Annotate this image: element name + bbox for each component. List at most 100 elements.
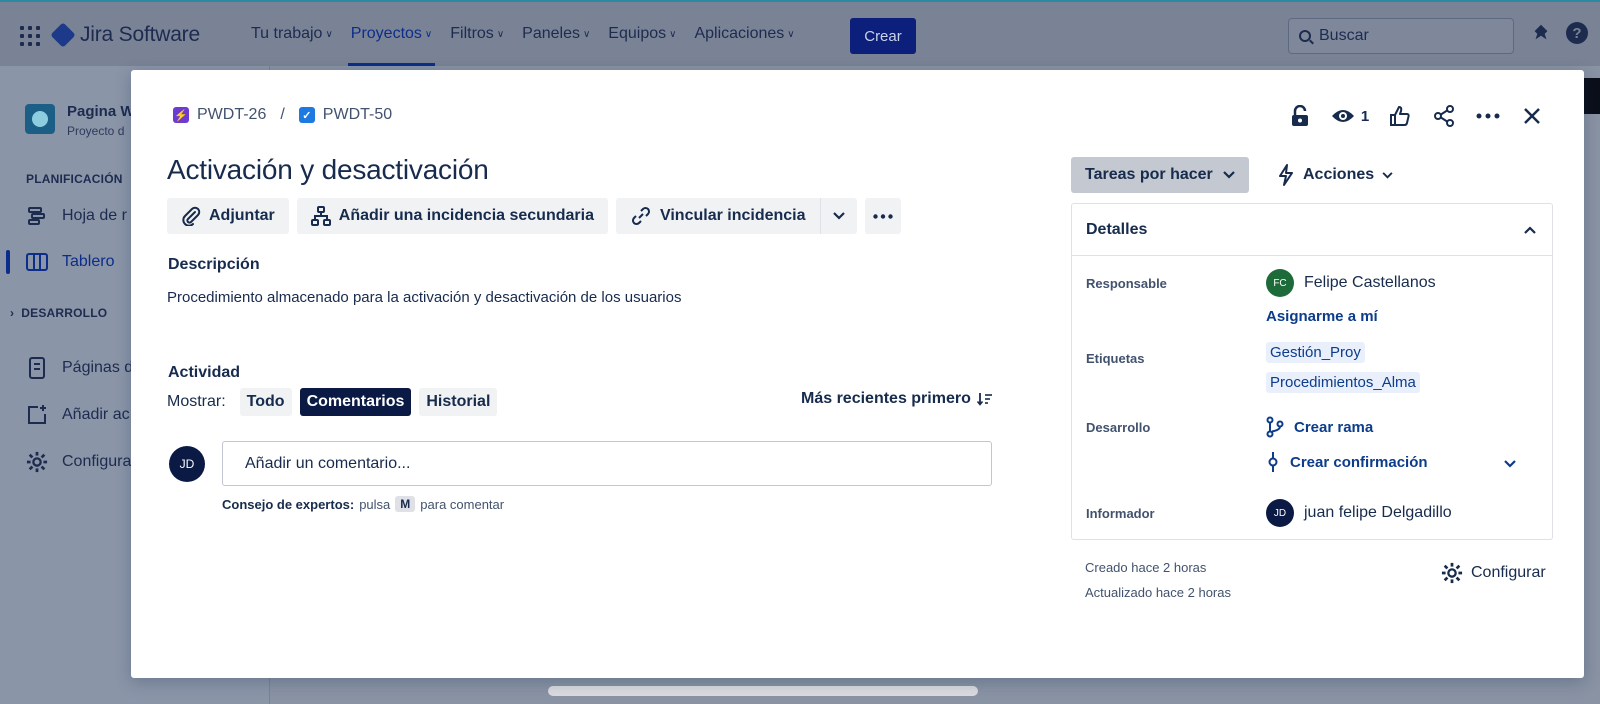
status-dropdown[interactable]: Tareas por hacer [1071, 157, 1249, 193]
assignee-field[interactable]: FC Felipe Castellanos [1266, 269, 1436, 297]
section-planning: PLANIFICACIÓN [26, 172, 123, 186]
chevron-down-icon [1382, 171, 1393, 179]
notifications-icon[interactable] [1530, 22, 1552, 44]
tip-press: pulsa [359, 496, 391, 512]
filter-all[interactable]: Todo [239, 388, 292, 416]
nav-label: Paneles [522, 25, 580, 42]
link-issue-dropdown[interactable] [821, 198, 857, 234]
issue-key[interactable]: PWDT-50 [323, 106, 392, 124]
gear-icon [1441, 562, 1463, 584]
project-avatar[interactable] [25, 104, 55, 134]
board-icon [26, 251, 48, 273]
chevron-down-icon [1222, 171, 1235, 179]
nav-item-equipos[interactable]: Equipos ∨ [599, 2, 685, 66]
help-icon[interactable]: ? [1566, 22, 1588, 44]
epic-icon: ⚡ [173, 107, 189, 123]
create-branch-label: Crear rama [1294, 418, 1374, 436]
unlock-icon [1292, 105, 1308, 126]
chevron-down-icon: ∨ [669, 28, 677, 40]
link-issue-button[interactable]: Vincular incidencia [616, 198, 821, 234]
restrictions-button[interactable] [1278, 100, 1322, 132]
create-commit: Crear confirmación [1266, 451, 1428, 473]
nav-item-filtros[interactable]: Filtros ∨ [441, 2, 513, 66]
attach-button[interactable]: Adjuntar [167, 198, 289, 234]
search-input[interactable] [1319, 27, 1499, 45]
chevron-down-icon: ∨ [496, 28, 505, 40]
app-switcher-icon[interactable] [20, 26, 40, 46]
sidebar-item-add[interactable]: Añadir ac [26, 401, 130, 429]
search-box[interactable] [1288, 18, 1514, 54]
configure-button[interactable]: Configurar [1441, 562, 1546, 584]
add-shortcut-icon [26, 404, 48, 426]
create-button[interactable]: Crear [850, 18, 916, 54]
issue-modal: ⚡ PWDT-26 / ✓ PWDT-50 1 Activación y des… [131, 70, 1584, 678]
sidebar-item-pages[interactable]: Páginas d [26, 354, 133, 382]
details-header[interactable]: Detalles [1072, 204, 1552, 256]
sidebar-item-label: Hoja de r [62, 207, 127, 224]
assign-to-me-link[interactable]: Asignarme a mí [1266, 308, 1378, 325]
comment-box[interactable] [222, 441, 992, 486]
share-button[interactable] [1422, 100, 1466, 132]
lightning-icon [1279, 164, 1293, 186]
actions-dropdown[interactable]: Acciones [1267, 157, 1403, 193]
more-issue-actions-button[interactable] [864, 198, 901, 234]
close-icon [1524, 108, 1540, 124]
link-issue-label: Vincular incidencia [659, 207, 806, 224]
nav-item-tu-trabajo[interactable]: Tu trabajo ∨ [242, 2, 342, 66]
pro-tip: Consejo de expertos: pulsa M para coment… [222, 496, 504, 512]
label-tag[interactable]: Procedimientos_Alma [1266, 372, 1420, 393]
more-actions-button[interactable] [1466, 100, 1510, 132]
sidebar-item-roadmap[interactable]: Hoja de r [26, 202, 127, 230]
project-name[interactable]: Pagina W [67, 103, 135, 120]
section-dev[interactable]: › DESARROLLO [10, 306, 107, 320]
nav-label: Tu trabajo [251, 25, 323, 42]
details-panel: Detalles Responsable FC Felipe Castellan… [1071, 203, 1553, 540]
label-tag[interactable]: Gestión_Proy [1266, 342, 1365, 363]
add-child-issue-button[interactable]: Añadir una incidencia secundaria [296, 198, 608, 234]
chevron-down-icon[interactable] [1504, 460, 1516, 468]
issue-title[interactable]: Activación y desactivación [167, 154, 489, 186]
thumbs-up-icon [1390, 106, 1410, 126]
description-text[interactable]: Procedimiento almacenado para la activac… [167, 289, 681, 306]
avatar: FC [1266, 269, 1294, 297]
parent-issue-key[interactable]: PWDT-26 [197, 106, 266, 124]
share-icon [1434, 105, 1454, 127]
details-title: Detalles [1086, 220, 1148, 238]
reporter-field[interactable]: JD juan felipe Delgadillo [1266, 499, 1452, 527]
horizontal-scrollbar[interactable] [548, 686, 978, 696]
filter-history[interactable]: Historial [419, 388, 498, 416]
chevron-down-icon: ∨ [424, 28, 433, 40]
comment-input[interactable] [245, 454, 991, 473]
nav-item-paneles[interactable]: Paneles ∨ [513, 2, 599, 66]
watch-button[interactable]: 1 [1322, 100, 1378, 132]
issue-action-row: Adjuntar Añadir una incidencia secundari… [167, 198, 901, 234]
status-label: Tareas por hacer [1085, 166, 1213, 183]
sidebar-item-board[interactable]: Tablero [26, 248, 114, 276]
jira-diamond-icon [50, 22, 76, 48]
vote-button[interactable] [1378, 100, 1422, 132]
roadmap-icon [26, 205, 48, 227]
keyboard-key: M [395, 496, 416, 512]
sidebar-item-config[interactable]: Configura [26, 448, 131, 476]
activity-label: Actividad [168, 364, 241, 381]
chevron-down-icon: ∨ [325, 28, 333, 40]
nav-item-aplicaciones[interactable]: Aplicaciones ∨ [685, 2, 803, 66]
nav-label: Aplicaciones [694, 25, 785, 42]
link-issue-split-button: Vincular incidencia [615, 198, 857, 234]
create-commit-link[interactable]: Crear confirmación [1266, 451, 1428, 473]
filter-comments[interactable]: Comentarios [299, 388, 412, 416]
assign-me-label: Asignarme a mí [1266, 308, 1378, 325]
labels-field-row2: Procedimientos_Alma [1266, 372, 1420, 393]
updated-timestamp: Actualizado hace 2 horas [1085, 585, 1231, 600]
create-branch-link[interactable]: Crear rama [1266, 416, 1373, 438]
sort-order-button[interactable]: Más recientes primero [801, 390, 993, 408]
reporter-label: Informador [1086, 506, 1155, 521]
close-button[interactable] [1510, 100, 1554, 132]
jira-logo[interactable]: Jira Software [50, 22, 200, 48]
hierarchy-icon [310, 206, 331, 226]
nav-item-proyectos[interactable]: Proyectos ∨ [342, 2, 441, 66]
project-subtitle: Proyecto d [67, 124, 125, 138]
gear-icon [26, 451, 48, 473]
eye-icon [1331, 110, 1354, 122]
add-child-label: Añadir una incidencia secundaria [338, 207, 594, 224]
